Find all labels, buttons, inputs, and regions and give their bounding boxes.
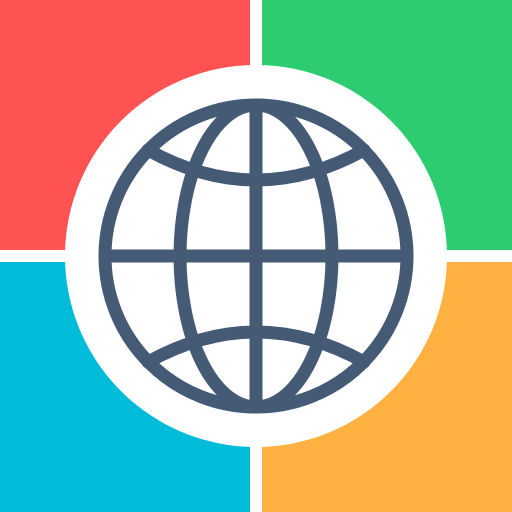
globe-icon bbox=[98, 98, 414, 414]
app-icon[interactable] bbox=[0, 0, 512, 512]
